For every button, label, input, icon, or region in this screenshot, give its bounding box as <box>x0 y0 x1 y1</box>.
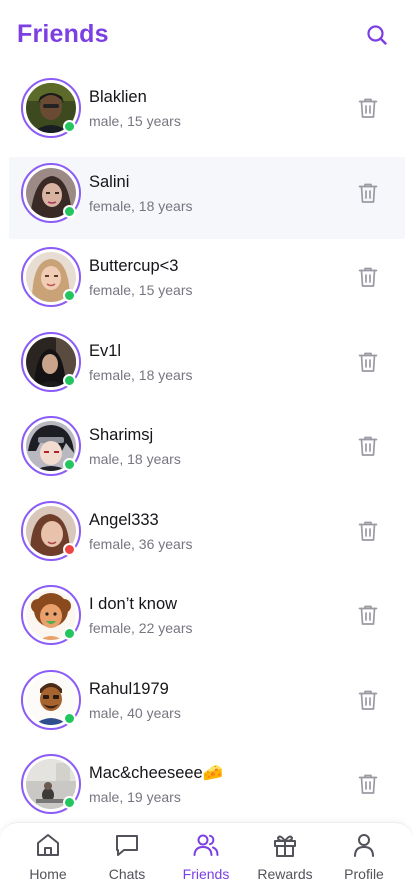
online-status-dot <box>63 458 76 471</box>
avatar[interactable] <box>21 331 81 392</box>
friend-meta: male, 19 years <box>89 789 181 805</box>
search-icon <box>367 25 387 45</box>
trash-icon <box>358 98 378 118</box>
gift-icon <box>274 835 296 857</box>
friend-name: Sharimsj <box>89 426 154 444</box>
online-status-dot <box>63 711 76 725</box>
friend-name: Buttercup<3 <box>89 257 179 275</box>
trash-icon <box>358 267 378 287</box>
friend-name: Blaklien <box>89 88 147 106</box>
nav-label: Home <box>29 866 67 882</box>
friends-icon <box>193 834 219 856</box>
delete-friend-button[interactable] <box>357 96 379 120</box>
online-status-dot <box>63 627 76 640</box>
friend-row[interactable]: Mac&cheeseee🧀 male, 19 years <box>0 746 413 831</box>
header: Friends <box>0 0 413 70</box>
delete-friend-button[interactable] <box>357 350 379 374</box>
avatar[interactable] <box>21 78 81 138</box>
friend-name: Angel333 <box>89 510 159 529</box>
online-status-dot <box>63 796 76 809</box>
profile-icon <box>354 834 374 857</box>
friend-row[interactable]: Sharimsj male, 18 years <box>0 408 413 493</box>
search-button[interactable] <box>364 22 390 48</box>
online-status-dot <box>63 120 76 133</box>
nav-item-profile[interactable]: Profile <box>324 823 404 890</box>
nav-label: Chats <box>108 866 146 882</box>
chat-icon <box>116 835 138 856</box>
page-title: Friends <box>17 20 109 48</box>
nav-label: Friends <box>182 866 230 882</box>
avatar[interactable] <box>21 585 81 645</box>
friend-row[interactable]: Angel333 female, 36 years <box>0 493 413 578</box>
nav-item-home[interactable]: Home <box>8 823 88 890</box>
nav-item-friends[interactable]: Friends <box>166 823 246 890</box>
delete-friend-button[interactable] <box>357 772 379 796</box>
friend-name: Rahul1979 <box>89 679 169 698</box>
friend-meta: male, 18 years <box>89 451 181 467</box>
friend-name: Ev1l <box>89 341 122 360</box>
friend-meta: female, 18 years <box>89 197 193 214</box>
friend-meta: female, 36 years <box>89 535 193 552</box>
avatar[interactable] <box>21 754 81 814</box>
friend-meta: male, 15 years <box>89 113 181 129</box>
friend-meta: female, 15 years <box>89 282 193 298</box>
friend-row[interactable]: Rahul1979 male, 40 years <box>0 662 413 747</box>
delete-friend-button[interactable] <box>357 688 379 712</box>
online-status-dot <box>63 373 76 387</box>
avatar[interactable] <box>21 416 81 476</box>
friend-meta: male, 40 years <box>89 704 181 721</box>
delete-friend-button[interactable] <box>357 265 379 289</box>
avatar[interactable] <box>21 162 81 223</box>
trash-icon <box>358 352 378 372</box>
delete-friend-button[interactable] <box>357 434 379 458</box>
friend-row[interactable]: Buttercup<3 female, 15 years <box>0 239 413 324</box>
friend-name: Mac&cheeseee🧀 <box>89 764 224 782</box>
trash-icon <box>358 436 378 456</box>
online-status-dot <box>63 289 76 302</box>
trash-icon <box>358 183 378 203</box>
online-status-dot <box>63 204 76 218</box>
friend-meta: female, 18 years <box>89 366 193 383</box>
friend-meta: female, 22 years <box>89 620 193 636</box>
nav-item-chats[interactable]: Chats <box>87 823 167 890</box>
nav-item-rewards[interactable]: Rewards <box>245 823 325 890</box>
friend-row[interactable]: I don’t know female, 22 years <box>0 577 413 662</box>
trash-icon <box>358 605 378 625</box>
friend-name: I don’t know <box>89 595 178 613</box>
avatar[interactable] <box>21 500 81 561</box>
trash-icon <box>358 774 378 794</box>
trash-icon <box>358 521 378 541</box>
delete-friend-button[interactable] <box>357 603 379 627</box>
nav-label: Profile <box>344 866 384 882</box>
friend-row[interactable]: Salini female, 18 years <box>0 155 413 240</box>
avatar[interactable] <box>21 669 81 730</box>
trash-icon <box>358 690 378 710</box>
bottom-nav: Home Chats Friends Rewards Profile <box>0 822 413 890</box>
friend-row[interactable]: Ev1l female, 18 years <box>0 324 413 409</box>
offline-status-dot <box>63 542 76 556</box>
delete-friend-button[interactable] <box>357 181 379 205</box>
delete-friend-button[interactable] <box>357 519 379 543</box>
nav-label: Rewards <box>257 866 313 882</box>
avatar[interactable] <box>21 247 81 307</box>
friends-list: Blaklien male, 15 years Salini female, 1… <box>0 70 413 831</box>
friend-name: Salini <box>89 172 130 191</box>
friend-row[interactable]: Blaklien male, 15 years <box>0 70 413 155</box>
home-icon <box>37 834 59 856</box>
